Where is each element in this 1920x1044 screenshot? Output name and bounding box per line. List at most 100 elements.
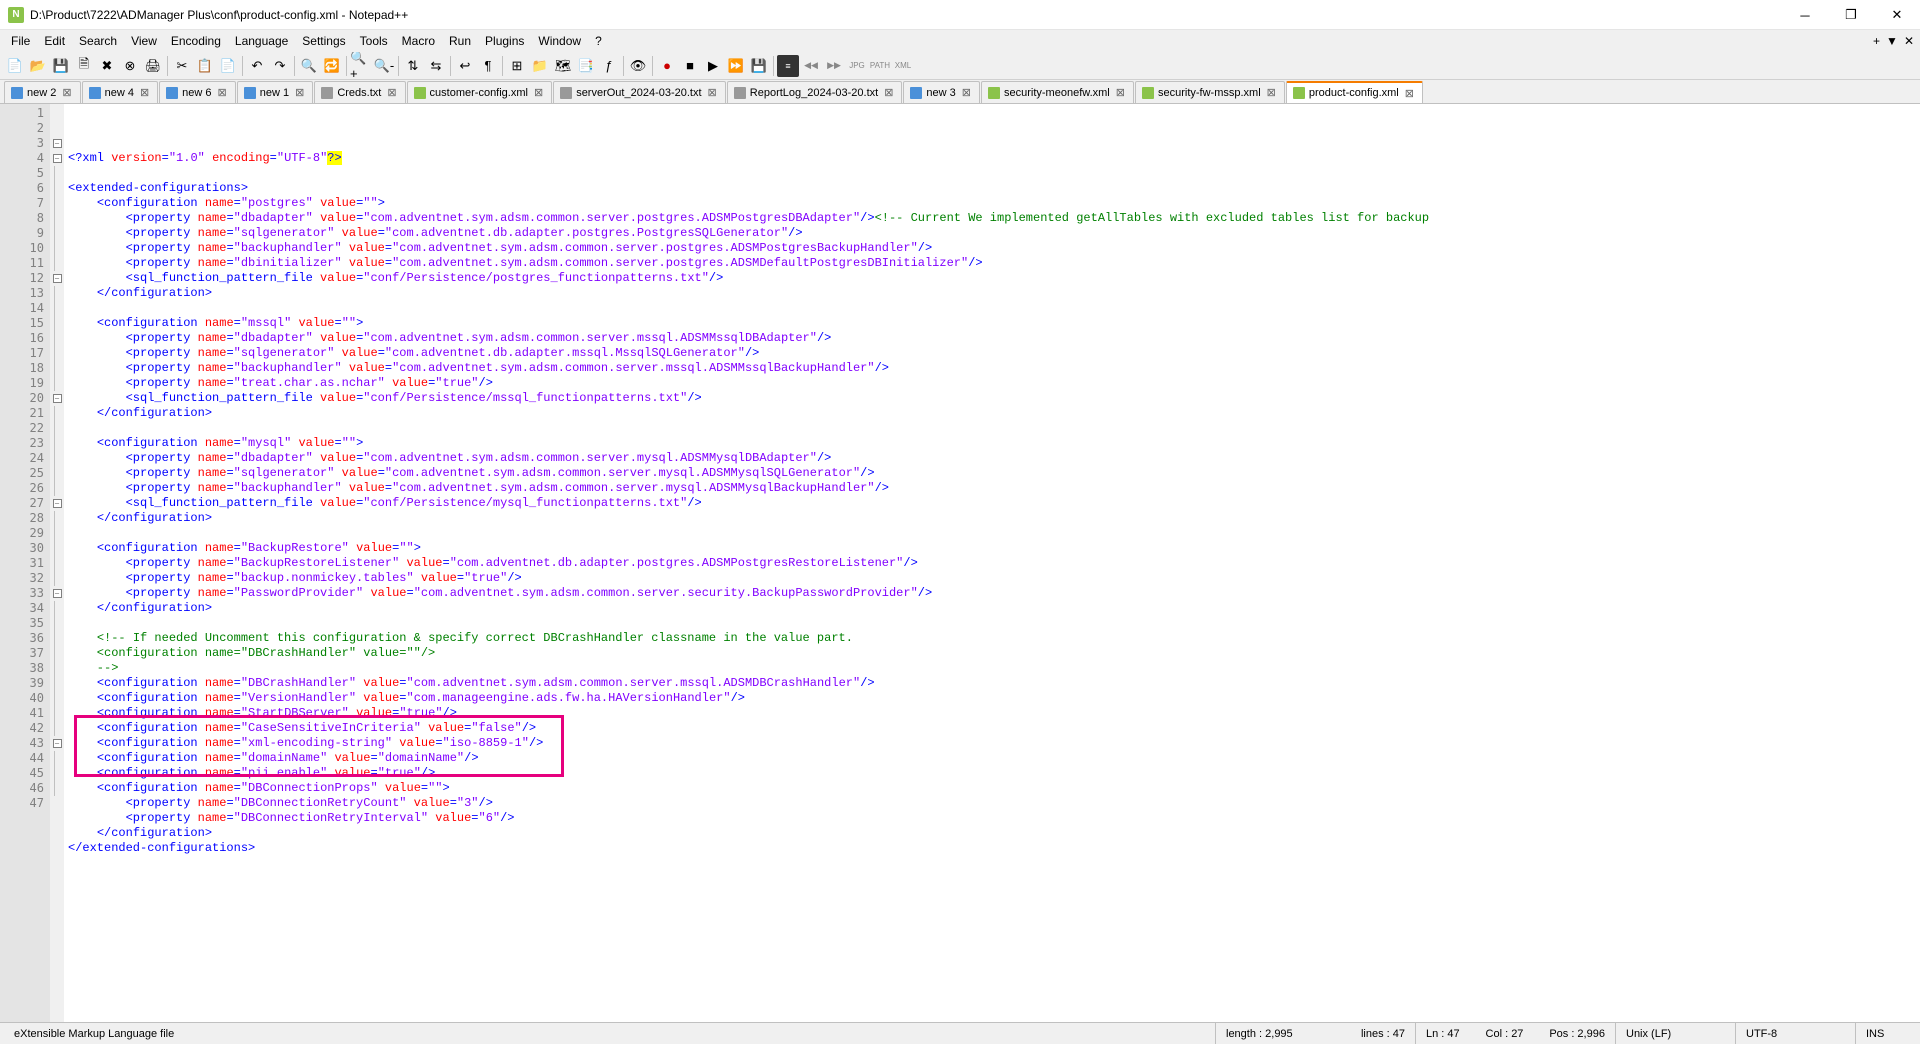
menu-edit[interactable]: Edit (37, 32, 72, 50)
code-line[interactable]: <configuration name="DBCrashHandler" val… (68, 676, 1916, 691)
fold-toggle-icon[interactable]: − (53, 589, 62, 598)
code-line[interactable]: <property name="dbadapter" value="com.ad… (68, 211, 1916, 226)
menu-view[interactable]: View (124, 32, 164, 50)
jpg-icon[interactable]: JPG (846, 55, 868, 77)
code-line[interactable]: </configuration> (68, 286, 1916, 301)
code-line[interactable] (68, 616, 1916, 631)
code-line[interactable]: <configuration name="DBCrashHandler" val… (68, 646, 1916, 661)
code-line[interactable]: </configuration> (68, 826, 1916, 841)
stop-icon[interactable]: ■ (679, 55, 701, 77)
doc-list-icon[interactable]: 📑 (575, 55, 597, 77)
code-line[interactable]: <sql_function_pattern_file value="conf/P… (68, 391, 1916, 406)
menu-tools[interactable]: Tools (353, 32, 395, 50)
monitor-icon[interactable]: 👁 (627, 55, 649, 77)
tab-close-icon[interactable]: ⊠ (882, 86, 895, 99)
code-line[interactable]: <configuration name="CaseSensitiveInCrit… (68, 721, 1916, 736)
save-all-icon[interactable]: 🗎 (73, 55, 95, 77)
tab-close-icon[interactable]: ⊠ (216, 86, 229, 99)
print-icon[interactable]: 🖨 (142, 55, 164, 77)
menu-macro[interactable]: Macro (395, 32, 442, 50)
tab-new-1[interactable]: new 1⊠ (237, 81, 314, 103)
code-line[interactable] (68, 526, 1916, 541)
menu-run[interactable]: Run (442, 32, 478, 50)
code-line[interactable]: <configuration name="mssql" value=""> (68, 316, 1916, 331)
open-file-icon[interactable]: 📂 (27, 55, 49, 77)
menu-window[interactable]: Window (531, 32, 588, 50)
paste-icon[interactable]: 📄 (217, 55, 239, 77)
doc-map-icon[interactable]: 🗺 (552, 55, 574, 77)
code-line[interactable]: <property name="backuphandler" value="co… (68, 241, 1916, 256)
word-wrap-icon[interactable]: ↩ (454, 55, 476, 77)
code-line[interactable]: <configuration name="xml-encoding-string… (68, 736, 1916, 751)
xml-icon[interactable]: XML (892, 55, 914, 77)
play-icon[interactable]: ▶ (702, 55, 724, 77)
tab-new-2[interactable]: new 2⊠ (4, 81, 81, 103)
code-line[interactable]: <property name="dbinitializer" value="co… (68, 256, 1916, 271)
save-icon[interactable]: 💾 (50, 55, 72, 77)
code-line[interactable]: <property name="dbadapter" value="com.ad… (68, 451, 1916, 466)
tab-close-icon[interactable]: ⊠ (960, 86, 973, 99)
tab-customer-config-xml[interactable]: customer-config.xml⊠ (407, 81, 553, 103)
code-line[interactable]: <configuration name="pii.enable" value="… (68, 766, 1916, 781)
close-file-icon[interactable]: ✖ (96, 55, 118, 77)
code-line[interactable]: --> (68, 661, 1916, 676)
code-line[interactable]: <sql_function_pattern_file value="conf/P… (68, 496, 1916, 511)
tab-close-icon[interactable]: ⊠ (60, 86, 73, 99)
sync-v-icon[interactable]: ⇅ (402, 55, 424, 77)
tab-security-fw-mssp-xml[interactable]: security-fw-mssp.xml⊠ (1135, 81, 1285, 103)
code-line[interactable]: <configuration name="StartDBServer" valu… (68, 706, 1916, 721)
tab-new-4[interactable]: new 4⊠ (82, 81, 159, 103)
menubar-plus-icon[interactable]: + (1873, 34, 1880, 48)
tab-close-icon[interactable]: ⊠ (706, 86, 719, 99)
code-line[interactable]: <property name="backuphandler" value="co… (68, 481, 1916, 496)
code-line[interactable]: <configuration name="VersionHandler" val… (68, 691, 1916, 706)
new-file-icon[interactable]: 📄 (4, 55, 26, 77)
tab-close-icon[interactable]: ⊠ (1403, 87, 1416, 100)
code-line[interactable] (68, 421, 1916, 436)
indent-guide-icon[interactable]: ⊞ (506, 55, 528, 77)
tab-close-icon[interactable]: ⊠ (1265, 86, 1278, 99)
path-icon[interactable]: PATH (869, 55, 891, 77)
tab-close-icon[interactable]: ⊠ (293, 86, 306, 99)
menu-file[interactable]: File (4, 32, 37, 50)
code-line[interactable]: <configuration name="DBConnectionProps" … (68, 781, 1916, 796)
code-line[interactable]: <sql_function_pattern_file value="conf/P… (68, 271, 1916, 286)
fold-toggle-icon[interactable]: − (53, 739, 62, 748)
code-line[interactable]: </configuration> (68, 511, 1916, 526)
fold-toggle-icon[interactable]: − (53, 499, 62, 508)
redo-icon[interactable]: ↷ (269, 55, 291, 77)
code-line[interactable]: <property name="backuphandler" value="co… (68, 361, 1916, 376)
code-line[interactable]: <configuration name="postgres" value=""> (68, 196, 1916, 211)
zoom-in-icon[interactable]: 🔍+ (350, 55, 372, 77)
tab-close-icon[interactable]: ⊠ (385, 86, 398, 99)
code-line[interactable]: <configuration name="mysql" value=""> (68, 436, 1916, 451)
tab-creds-txt[interactable]: Creds.txt⊠ (314, 81, 405, 103)
menu-encoding[interactable]: Encoding (164, 32, 228, 50)
code-line[interactable]: <configuration name="domainName" value="… (68, 751, 1916, 766)
save-macro-icon[interactable]: 💾 (748, 55, 770, 77)
copy-icon[interactable]: 📋 (194, 55, 216, 77)
code-line[interactable]: <property name="sqlgenerator" value="com… (68, 226, 1916, 241)
tab-security-meonefw-xml[interactable]: security-meonefw.xml⊠ (981, 81, 1134, 103)
menubar-close-icon[interactable]: ✕ (1904, 34, 1914, 48)
maximize-button[interactable]: ❐ (1828, 0, 1874, 30)
fold-toggle-icon[interactable]: − (53, 274, 62, 283)
tab-close-icon[interactable]: ⊠ (138, 86, 151, 99)
func-list-icon[interactable]: ƒ (598, 55, 620, 77)
close-button[interactable]: ✕ (1874, 0, 1920, 30)
tab-product-config-xml[interactable]: product-config.xml⊠ (1286, 81, 1423, 103)
minimize-button[interactable]: ─ (1782, 0, 1828, 30)
code-line[interactable]: <extended-configurations> (68, 181, 1916, 196)
code-line[interactable]: <property name="dbadapter" value="com.ad… (68, 331, 1916, 346)
sync-h-icon[interactable]: ⇆ (425, 55, 447, 77)
compare-prev-icon[interactable]: ◀◀ (800, 55, 822, 77)
record-icon[interactable]: ● (656, 55, 678, 77)
compare-icon[interactable]: ≡ (777, 55, 799, 77)
fold-toggle-icon[interactable]: − (53, 394, 62, 403)
menu-search[interactable]: Search (72, 32, 124, 50)
undo-icon[interactable]: ↶ (246, 55, 268, 77)
fold-toggle-icon[interactable]: − (53, 154, 62, 163)
code-line[interactable]: </configuration> (68, 601, 1916, 616)
tab-close-icon[interactable]: ⊠ (532, 86, 545, 99)
menu-plugins[interactable]: Plugins (478, 32, 531, 50)
